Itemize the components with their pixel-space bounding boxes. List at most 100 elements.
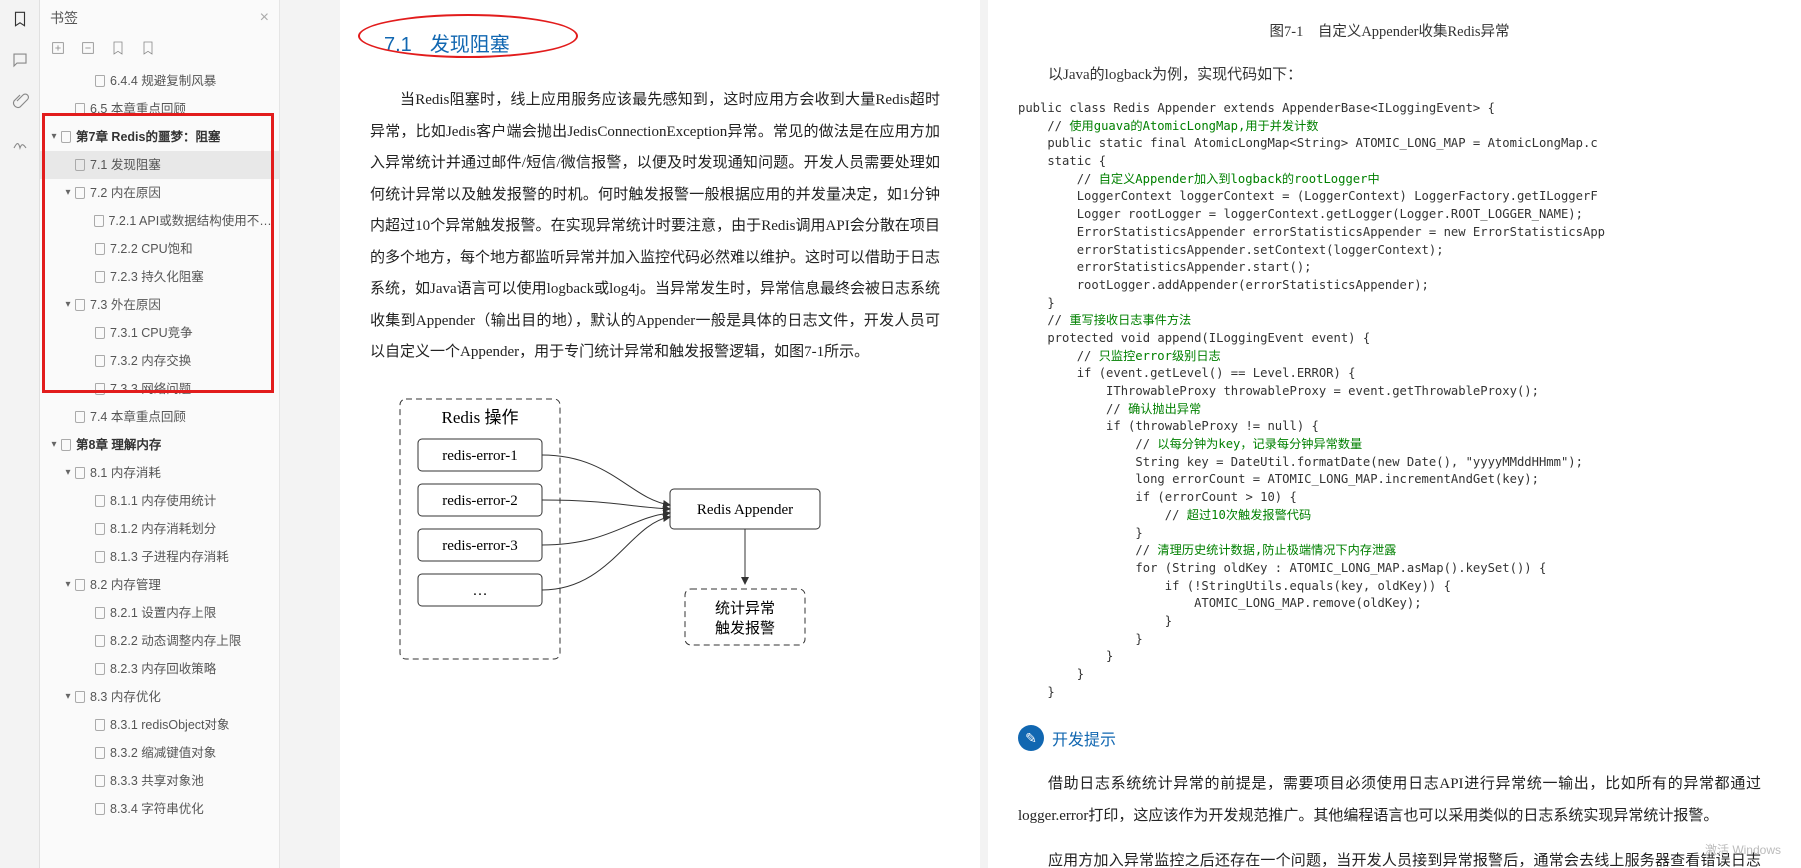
sidebar-title: 书签 xyxy=(50,8,260,28)
toc-row[interactable]: 8.3.1 redisObject对象 xyxy=(40,711,279,739)
bookmark-icon xyxy=(93,215,104,227)
bookmark-icon xyxy=(94,663,106,675)
toc-row[interactable]: ▾ 第8章 理解内存 xyxy=(40,431,279,459)
svg-text:Redis 操作: Redis 操作 xyxy=(442,408,519,427)
figure-diagram: Redis 操作 redis-error-1 redis-error-2 red… xyxy=(370,389,940,692)
expand-arrow-icon[interactable]: ▾ xyxy=(62,465,74,481)
toc-label: 8.2 内存管理 xyxy=(90,575,161,595)
toc-row[interactable]: ▾ 7.2 内在原因 xyxy=(40,179,279,207)
attachment-icon[interactable] xyxy=(11,92,29,113)
expand-icon[interactable] xyxy=(50,40,66,59)
toc-row[interactable]: 7.2.1 API或数据结构使用不合理 xyxy=(40,207,279,235)
bookmark-icon xyxy=(74,103,86,115)
toc-row[interactable]: ▾ 第7章 Redis的噩梦：阻塞 xyxy=(40,123,279,151)
toc-row[interactable]: 8.1.1 内存使用统计 xyxy=(40,487,279,515)
collapse-icon[interactable] xyxy=(80,40,96,59)
page-right: 图7-1 自定义Appender收集Redis异常 以Java的logback为… xyxy=(988,0,1801,868)
code-intro: 以Java的logback为例，实现代码如下： xyxy=(1018,63,1761,84)
toc-label: 7.2.1 API或数据结构使用不合理 xyxy=(108,211,273,231)
section-number: 7.1 xyxy=(384,34,412,56)
expand-arrow-icon[interactable]: ▾ xyxy=(62,297,74,313)
bookmark-icon xyxy=(94,719,106,731)
expand-arrow-icon[interactable]: ▾ xyxy=(62,185,74,201)
toc-row[interactable]: 6.5 本章重点回顾 xyxy=(40,95,279,123)
bookmark-icon xyxy=(60,439,72,451)
toc-label: 6.5 本章重点回顾 xyxy=(90,99,186,119)
icon-rail xyxy=(0,0,40,868)
toc-label: 8.3.3 共享对象池 xyxy=(110,771,204,791)
svg-text:触发报警: 触发报警 xyxy=(715,620,775,637)
toc-label: 7.3 外在原因 xyxy=(90,295,161,315)
signature-icon[interactable] xyxy=(11,133,29,154)
toc-row[interactable]: 8.2.3 内存回收策略 xyxy=(40,655,279,683)
toc-row[interactable]: 6.4.4 规避复制风暴 xyxy=(40,67,279,95)
toc-row[interactable]: 7.3.2 内存交换 xyxy=(40,347,279,375)
toc-label: 7.2 内在原因 xyxy=(90,183,161,203)
toc-row[interactable]: 7.3.1 CPU竞争 xyxy=(40,319,279,347)
bookmark-icon xyxy=(94,271,106,283)
bookmark-icon xyxy=(94,523,106,535)
bookmarks-sidebar: 书签 × 6.4.4 规避复制风暴 6.5 本章重点回顾 ▾ 第7章 Redis的噩梦… xyxy=(40,0,280,868)
comment-icon[interactable] xyxy=(11,51,29,72)
toc-row[interactable]: 7.4 本章重点回顾 xyxy=(40,403,279,431)
svg-text:redis-error-1: redis-error-1 xyxy=(442,448,518,464)
bookmark-icon xyxy=(74,691,86,703)
toc-row[interactable]: 8.2.1 设置内存上限 xyxy=(40,599,279,627)
bookmark-icon xyxy=(74,579,86,591)
close-icon[interactable]: × xyxy=(260,9,269,27)
toc-row[interactable]: 7.2.3 持久化阻塞 xyxy=(40,263,279,291)
toc-row[interactable]: ▾ 7.3 外在原因 xyxy=(40,291,279,319)
bookmark-icon xyxy=(74,159,86,171)
toc-label: 7.4 本章重点回顾 xyxy=(90,407,186,427)
toc-row[interactable]: ▾ 8.1 内存消耗 xyxy=(40,459,279,487)
figure-caption: 图7-1 自定义Appender收集Redis异常 xyxy=(1018,20,1761,41)
toc-label: 7.2.2 CPU饱和 xyxy=(110,239,193,259)
toc-row[interactable]: 7.1 发现阻塞 xyxy=(40,151,279,179)
add-bookmark-icon[interactable] xyxy=(110,40,126,59)
page-gutter xyxy=(280,0,340,868)
toc-label: 第8章 理解内存 xyxy=(76,435,161,455)
toc-label: 第7章 Redis的噩梦：阻塞 xyxy=(76,127,220,147)
toc-label: 7.3.3 网络问题 xyxy=(110,379,191,399)
toc-row[interactable]: 8.2.2 动态调整内存上限 xyxy=(40,627,279,655)
toc-row[interactable]: 8.1.3 子进程内存消耗 xyxy=(40,543,279,571)
toc-row[interactable]: ▾8.3 内存优化 xyxy=(40,683,279,711)
diagram-svg: Redis 操作 redis-error-1 redis-error-2 red… xyxy=(370,389,850,689)
toc-row[interactable]: ▾ 8.2 内存管理 xyxy=(40,571,279,599)
toc-label: 7.3.1 CPU竞争 xyxy=(110,323,193,343)
bookmark-icon xyxy=(94,635,106,647)
toc-label: 8.2.2 动态调整内存上限 xyxy=(110,631,241,651)
bookmark-icon xyxy=(74,411,86,423)
toc-row[interactable]: 7.3.3 网络问题 xyxy=(40,375,279,403)
document-viewport: 7.1发现阻塞 当Redis阻塞时，线上应用服务应该最先感知到，这时应用方会收到… xyxy=(280,0,1801,868)
expand-arrow-icon[interactable]: ▾ xyxy=(48,437,60,453)
bookmark-icon xyxy=(94,495,106,507)
toc-row[interactable]: 8.3.3 共享对象池 xyxy=(40,767,279,795)
bookmark-icon xyxy=(74,299,86,311)
remove-bookmark-icon[interactable] xyxy=(140,40,156,59)
toc-row[interactable]: 8.3.4 字符串优化 xyxy=(40,795,279,823)
toc-label: 8.1 内存消耗 xyxy=(90,463,161,483)
bookmark-icon xyxy=(94,383,106,395)
toc-label: 6.4.4 规避复制风暴 xyxy=(110,71,216,91)
toc-row[interactable]: 8.1.2 内存消耗划分 xyxy=(40,515,279,543)
toc-label: 8.2.3 内存回收策略 xyxy=(110,659,216,679)
body-paragraph: 当Redis阻塞时，线上应用服务应该最先感知到，这时应用方会收到大量Redis超… xyxy=(370,85,940,369)
bookmark-icon xyxy=(94,747,106,759)
expand-arrow-icon[interactable]: ▾ xyxy=(62,577,74,593)
toc-row[interactable]: 7.2.2 CPU饱和 xyxy=(40,235,279,263)
bookmarks-icon[interactable] xyxy=(11,10,29,31)
svg-text:Redis Appender: Redis Appender xyxy=(697,502,793,518)
svg-text:统计异常: 统计异常 xyxy=(715,600,775,617)
tip-heading: ✎ 开发提示 xyxy=(1018,725,1761,751)
expand-arrow-icon[interactable]: ▾ xyxy=(48,129,60,145)
toc-label: 8.1.3 子进程内存消耗 xyxy=(110,547,229,567)
tip-label: 开发提示 xyxy=(1052,726,1116,750)
section-heading: 7.1发现阻塞 xyxy=(384,28,940,57)
toc-label: 8.3.2 缩减键值对象 xyxy=(110,743,216,763)
bookmark-icon xyxy=(94,75,106,87)
toc-row[interactable]: 8.3.2 缩减键值对象 xyxy=(40,739,279,767)
expand-arrow-icon[interactable]: ▾ xyxy=(62,689,74,705)
toc-label: 7.2.3 持久化阻塞 xyxy=(110,267,204,287)
bookmark-icon xyxy=(94,327,106,339)
